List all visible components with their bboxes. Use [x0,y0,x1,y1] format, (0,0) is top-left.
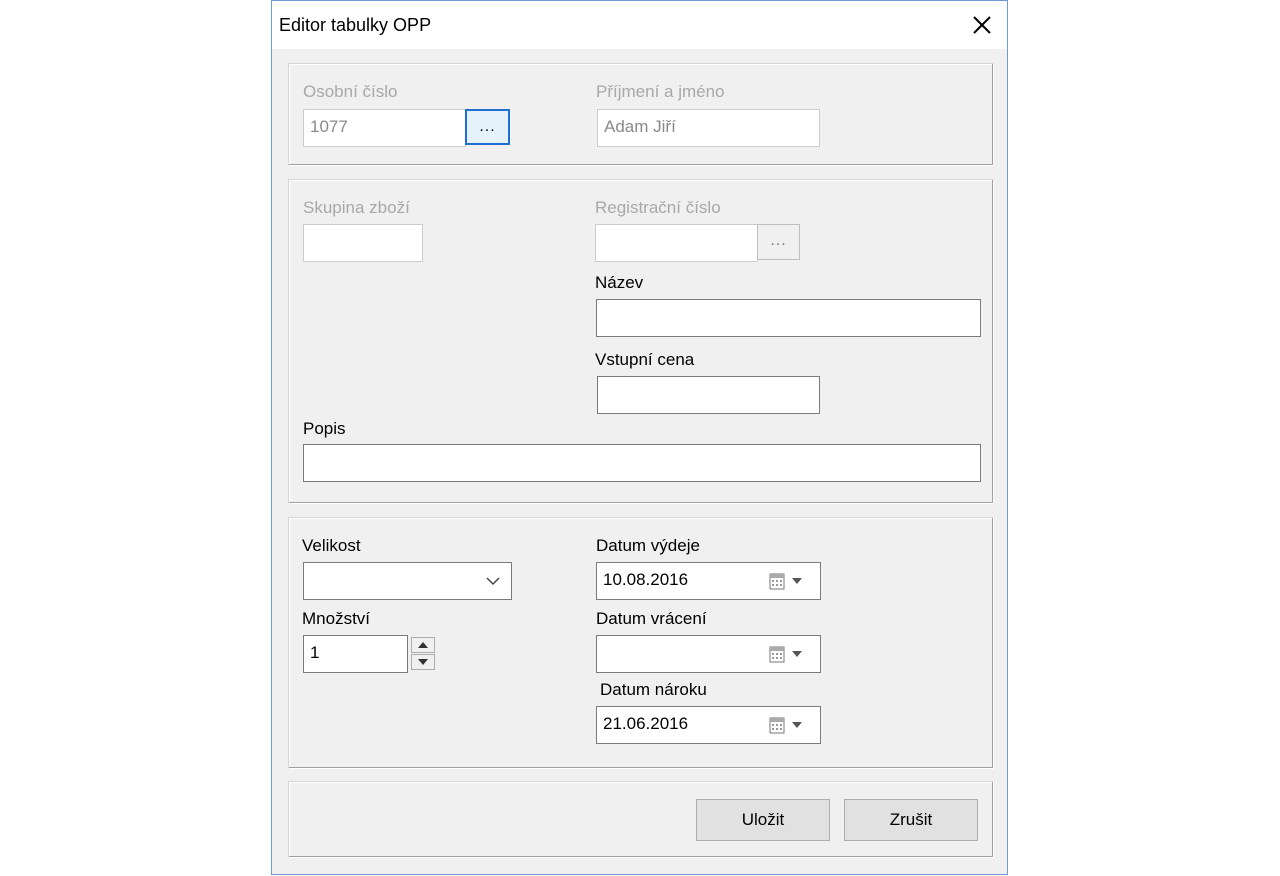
save-button[interactable]: Uložit [696,799,830,841]
quantity-up-button[interactable] [411,637,435,653]
claim-date-label: Datum nároku [600,680,707,699]
issue-date-picker[interactable]: 10.08.2016 [596,562,821,600]
calendar-icon[interactable] [769,572,785,590]
description-label: Popis [303,419,346,438]
employee-panel: Osobní číslo 1077 ... Příjmení a jméno A… [288,63,994,166]
employee-name-label: Příjmení a jméno [596,82,725,101]
dropdown-arrow-icon[interactable] [792,578,802,584]
issue-date-label: Datum výdeje [596,536,700,555]
return-date-label: Datum vrácení [596,609,707,628]
arrow-down-icon [418,659,428,665]
dropdown-arrow-icon[interactable] [792,651,802,657]
employee-picker-button[interactable]: ... [465,109,510,145]
dialog-title: Editor tabulky OPP [279,15,432,35]
goods-name-field[interactable] [596,299,981,337]
price-label: Vstupní cena [595,350,695,369]
claim-date-value: 21.06.2016 [603,714,689,733]
reg-number-label: Registrační číslo [595,198,721,217]
chevron-down-icon [486,577,500,586]
calendar-icon[interactable] [769,716,785,734]
actions-panel: Uložit Zrušit [288,781,994,858]
employee-number-label: Osobní číslo [303,82,398,101]
return-date-picker[interactable] [596,635,821,673]
reg-number-field[interactable] [595,224,758,262]
goods-name-label: Název [595,273,644,292]
claim-date-picker[interactable]: 21.06.2016 [596,706,821,744]
goods-panel: Skupina zboží Registrační číslo ... Náze… [288,179,994,504]
dropdown-arrow-icon[interactable] [792,722,802,728]
issue-panel: Velikost Množství 1 Datum výdeje 10.08.2… [288,517,994,769]
goods-group-label: Skupina zboží [303,198,410,217]
title-bar: Editor tabulky OPP [272,1,1007,49]
calendar-icon[interactable] [769,645,785,663]
close-icon[interactable] [968,11,996,39]
arrow-up-icon [418,642,428,648]
cancel-button[interactable]: Zrušit [844,799,978,841]
goods-group-field[interactable] [303,224,423,262]
quantity-label: Množství [302,609,371,628]
employee-number-field[interactable]: 1077 [303,109,466,147]
size-select[interactable] [303,562,512,600]
quantity-field[interactable]: 1 [303,635,408,673]
issue-date-value: 10.08.2016 [603,570,689,589]
employee-name-field[interactable]: Adam Jiří [597,109,820,147]
size-label: Velikost [302,536,361,555]
description-field[interactable] [303,444,981,482]
price-field[interactable] [597,376,820,414]
reg-picker-button[interactable]: ... [757,224,800,260]
editor-dialog: Editor tabulky OPP Osobní číslo 1077 ...… [271,0,1008,875]
quantity-down-button[interactable] [411,654,435,670]
